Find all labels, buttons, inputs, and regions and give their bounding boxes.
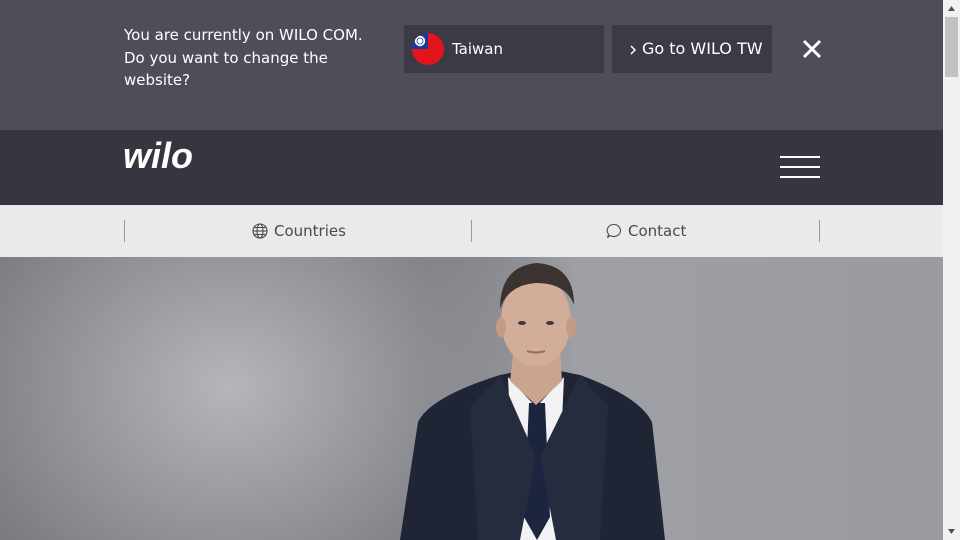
site-header: wilo <box>0 130 943 205</box>
nav-divider <box>471 220 472 242</box>
logo-text: wilo <box>123 138 193 176</box>
country-select[interactable]: Taiwan <box>404 25 604 73</box>
taiwan-flag-icon <box>412 33 444 65</box>
selected-country-label: Taiwan <box>452 40 504 58</box>
hero-image <box>0 257 943 540</box>
scroll-up-arrow-icon[interactable] <box>943 0 960 17</box>
nav-divider <box>124 220 125 242</box>
close-icon[interactable] <box>800 37 824 61</box>
chat-bubble-icon <box>606 223 621 238</box>
nav-contact-link[interactable]: Contact <box>606 205 686 257</box>
utility-nav: Countries Contact <box>0 205 943 257</box>
vertical-scrollbar[interactable] <box>943 0 960 540</box>
nav-countries-label: Countries <box>274 222 346 240</box>
hamburger-menu-icon[interactable] <box>780 156 820 178</box>
scroll-down-arrow-icon[interactable] <box>943 523 960 540</box>
go-button-label: Go to WILO TW <box>642 39 763 58</box>
scrollbar-thumb[interactable] <box>945 17 958 77</box>
nav-countries-link[interactable]: Countries <box>252 205 346 257</box>
wilo-logo[interactable]: wilo <box>123 138 203 178</box>
nav-divider <box>819 220 820 242</box>
portrait-photo <box>400 263 665 540</box>
chevron-right-icon <box>630 45 637 55</box>
country-switch-banner: You are currently on WILO COM. Do you wa… <box>0 0 943 130</box>
nav-contact-label: Contact <box>628 222 687 240</box>
country-switch-message: You are currently on WILO COM. Do you wa… <box>124 26 363 89</box>
go-to-local-site-button[interactable]: Go to WILO TW <box>612 25 772 73</box>
globe-icon <box>252 223 268 239</box>
